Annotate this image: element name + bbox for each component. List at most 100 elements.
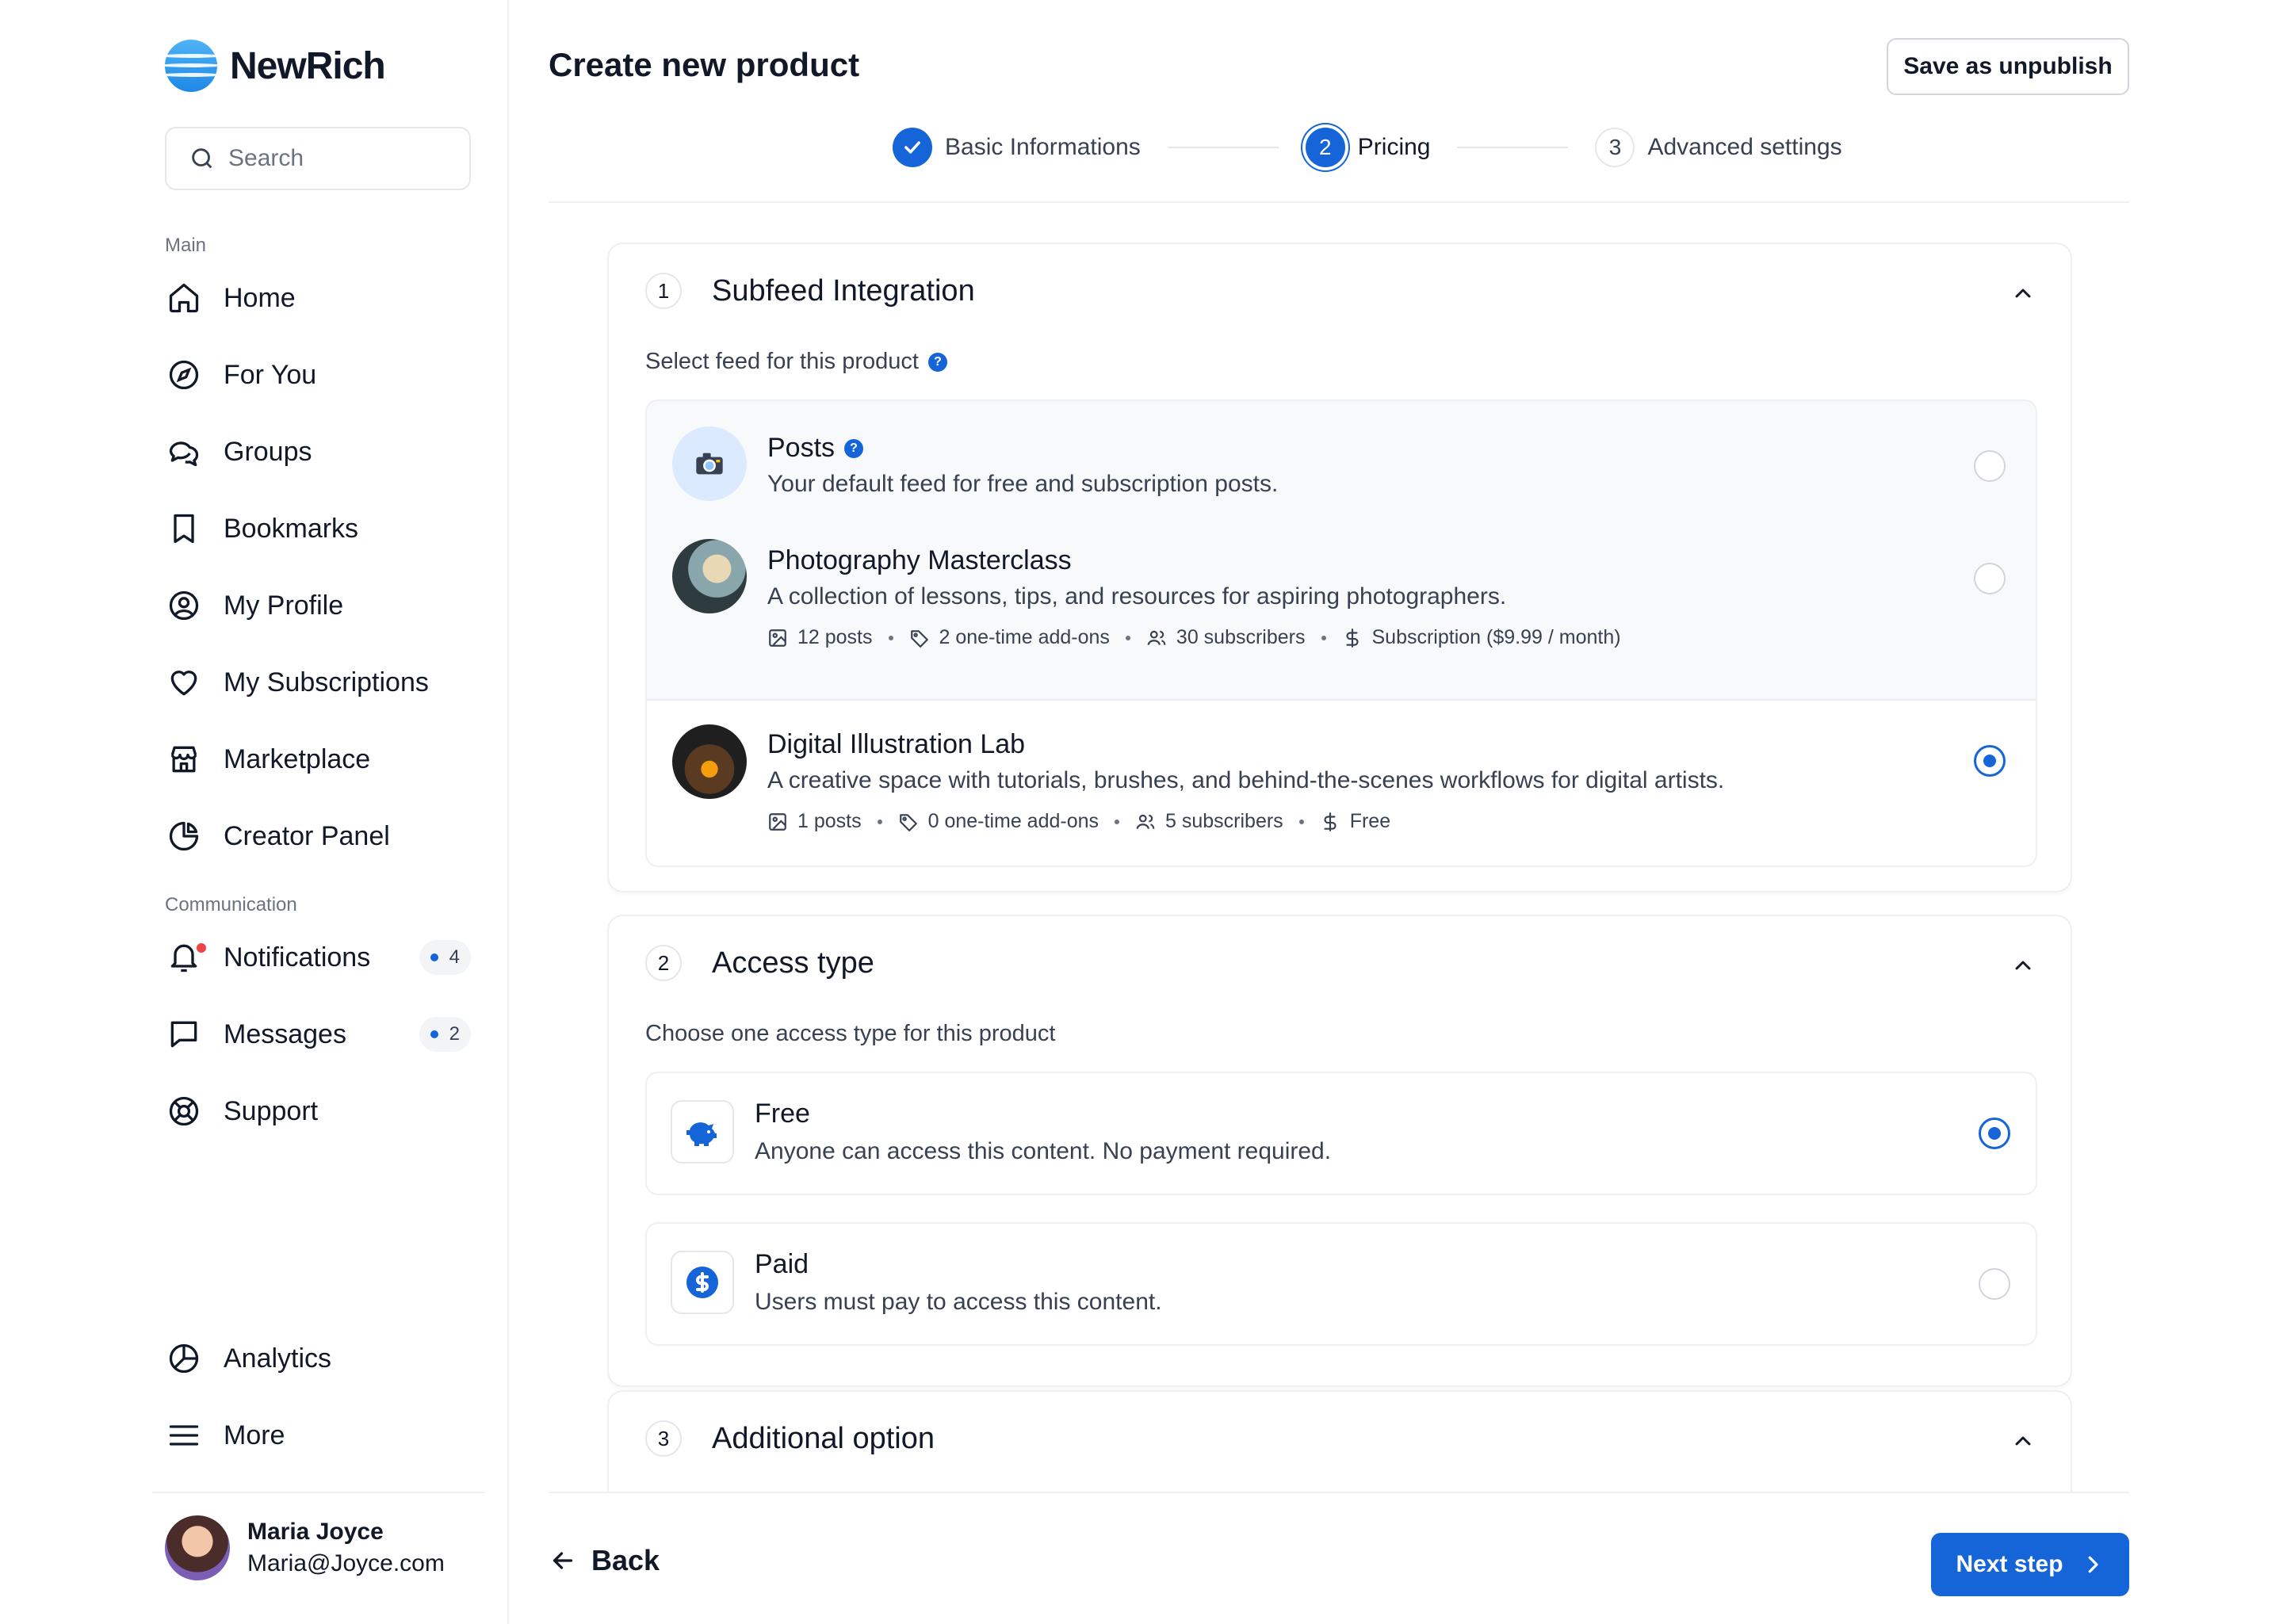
sidebar-item-more[interactable]: More — [165, 1410, 471, 1461]
additional-option-section: 3 Additional option — [607, 1390, 2072, 1492]
step-pricing[interactable]: 2 Pricing — [1305, 128, 1431, 167]
step-connector — [1167, 147, 1279, 148]
feed-image — [672, 539, 747, 613]
feed-price: Subscription ($9.99 / month) — [1371, 626, 1621, 648]
pie-chart-icon — [165, 817, 203, 855]
chevron-up-icon[interactable] — [2010, 1428, 2036, 1454]
feed-image — [672, 724, 747, 799]
avatar — [165, 1515, 230, 1580]
sidebar-item-label: My Subscriptions — [224, 667, 429, 697]
sidebar-item-label: Support — [224, 1095, 319, 1126]
search-icon — [192, 148, 212, 169]
sidebar-item-analytics[interactable]: Analytics — [165, 1333, 471, 1384]
search-input[interactable] — [228, 145, 450, 172]
section-number: 3 — [645, 1420, 682, 1457]
chevron-up-icon[interactable] — [2010, 953, 2036, 978]
next-label: Next step — [1956, 1551, 2063, 1577]
sidebar-item-messages[interactable]: Messages 2 — [165, 1009, 471, 1060]
access-radio-selected[interactable] — [1979, 1118, 2010, 1149]
home-icon — [165, 279, 203, 317]
image-icon — [769, 812, 786, 831]
search-box[interactable] — [165, 127, 471, 190]
feed-description: A collection of lessons, tips, and resou… — [767, 583, 1507, 609]
stepper: Basic Informations 2 Pricing 3 Advanced … — [893, 127, 1842, 168]
section-subtitle: Choose one access type for this product — [645, 1021, 1056, 1046]
feed-radio-selected[interactable] — [1974, 745, 2006, 777]
chat-bubbles-icon — [165, 433, 203, 471]
sidebar-item-marketplace[interactable]: Marketplace — [165, 734, 471, 785]
section-header[interactable]: 3 Additional option — [645, 1420, 935, 1457]
check-icon — [893, 128, 932, 167]
section-subtitle: Select feed for this product? — [645, 349, 947, 375]
sidebar-item-home[interactable]: Home — [165, 273, 471, 323]
section-title: Subfeed Integration — [712, 273, 975, 308]
access-option-paid[interactable]: Paid Users must pay to access this conte… — [645, 1222, 2037, 1346]
feed-title: Posts? — [767, 433, 864, 464]
chevron-right-icon — [2088, 1556, 2098, 1573]
back-label: Back — [591, 1544, 660, 1576]
step-number: 2 — [1305, 128, 1345, 167]
step-connector — [1457, 147, 1569, 148]
heart-icon — [165, 663, 203, 701]
feed-radio[interactable] — [1974, 450, 2006, 482]
section-title: Additional option — [712, 1421, 935, 1455]
next-step-button[interactable]: Next step — [1931, 1533, 2129, 1596]
access-option-description: Users must pay to access this content. — [755, 1289, 1162, 1315]
back-button[interactable]: Back — [549, 1544, 660, 1577]
dollar-icon — [1345, 628, 1359, 648]
access-option-title: Paid — [755, 1249, 809, 1279]
image-icon — [769, 629, 786, 647]
sidebar-item-bookmarks[interactable]: Bookmarks — [165, 503, 471, 554]
user-name: Maria Joyce — [247, 1519, 384, 1545]
message-icon — [165, 1015, 203, 1053]
section-header[interactable]: 1 Subfeed Integration — [645, 273, 975, 309]
step-number: 3 — [1595, 128, 1635, 167]
access-type-section: 2 Access type Choose one access type for… — [607, 915, 2072, 1387]
menu-icon — [165, 1416, 203, 1454]
step-advanced-settings[interactable]: 3 Advanced settings — [1595, 128, 1842, 167]
camera-icon — [672, 426, 747, 501]
feed-option-digital-illustration-lab[interactable]: Digital Illustration Lab A creative spac… — [647, 699, 2036, 865]
sidebar-item-for-you[interactable]: For You — [165, 350, 471, 400]
header-divider — [549, 201, 2129, 203]
save-as-unpublish-button[interactable]: Save as unpublish — [1887, 38, 2129, 95]
sidebar-item-creator-panel[interactable]: Creator Panel — [165, 811, 471, 862]
help-icon[interactable]: ? — [927, 352, 947, 372]
app-name: NewRich — [230, 44, 386, 87]
sidebar-item-label: Creator Panel — [224, 820, 390, 851]
feed-meta: 12 posts 2 one-time add-ons 30 subscribe… — [767, 626, 1621, 649]
sidebar-item-my-subscriptions[interactable]: My Subscriptions — [165, 657, 471, 708]
access-option-free[interactable]: Free Anyone can access this content. No … — [645, 1072, 2037, 1195]
store-icon — [165, 740, 203, 778]
compass-icon — [165, 356, 203, 394]
sidebar-item-label: Groups — [224, 436, 312, 467]
sidebar-item-my-profile[interactable]: My Profile — [165, 580, 471, 631]
chevron-up-icon[interactable] — [2010, 281, 2036, 306]
feed-option-photography-masterclass[interactable]: Photography Masterclass A collection of … — [647, 528, 2036, 699]
step-basic-informations[interactable]: Basic Informations — [893, 128, 1141, 167]
page-title: Create new product — [549, 46, 860, 83]
sidebar-item-groups[interactable]: Groups — [165, 426, 471, 477]
sidebar-item-label: For You — [224, 359, 317, 390]
footer-divider — [549, 1492, 2129, 1493]
feed-option-posts[interactable]: Posts? Your default feed for free and su… — [647, 401, 2036, 528]
section-header[interactable]: 2 Access type — [645, 945, 874, 981]
bell-icon — [165, 938, 206, 976]
user-profile[interactable]: Maria Joyce Maria@Joyce.com — [165, 1515, 445, 1580]
arrow-left-icon — [553, 1552, 573, 1569]
sidebar-item-support[interactable]: Support — [165, 1086, 471, 1137]
help-icon[interactable]: ? — [844, 438, 864, 458]
users-icon — [1136, 814, 1155, 829]
sidebar-item-notifications[interactable]: Notifications 4 — [165, 932, 471, 983]
access-radio[interactable] — [1979, 1268, 2010, 1300]
subscribers-count: 5 subscribers — [1165, 810, 1283, 832]
sidebar-item-label: More — [224, 1420, 285, 1450]
feed-radio[interactable] — [1974, 563, 2006, 594]
sidebar-item-label: Bookmarks — [224, 513, 359, 544]
tag-icon — [899, 813, 917, 831]
feed-title: Digital Illustration Lab — [767, 729, 1026, 759]
sidebar-item-label: My Profile — [224, 590, 344, 621]
step-label: Pricing — [1357, 134, 1431, 160]
app-logo[interactable]: NewRich — [165, 40, 386, 92]
feed-description: Your default feed for free and subscript… — [767, 471, 1279, 497]
